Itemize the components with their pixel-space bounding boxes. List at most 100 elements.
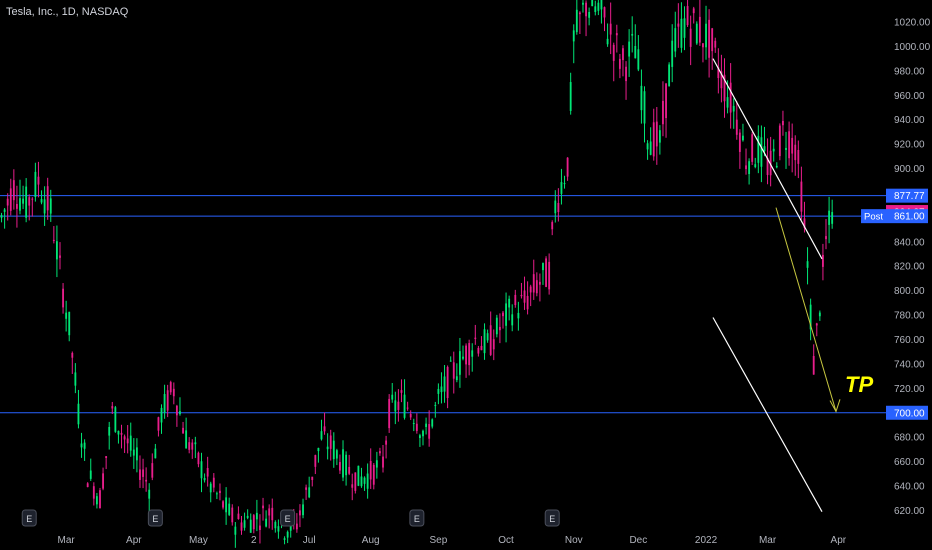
- candle-body: [618, 58, 621, 69]
- candle-body: [523, 290, 526, 303]
- candle-body: [59, 255, 61, 258]
- candle-body: [160, 407, 163, 423]
- candle-body: [658, 130, 661, 143]
- channel-lower-line: [712, 317, 823, 512]
- candle-body: [406, 407, 409, 409]
- candle-body: [203, 478, 206, 481]
- earnings-event-letter: E: [414, 514, 420, 524]
- candle-body: [215, 493, 218, 495]
- candle-body: [89, 470, 92, 479]
- candle-body: [317, 447, 320, 452]
- candle-body: [323, 426, 326, 432]
- candle-body: [585, 2, 587, 17]
- candle-body: [514, 294, 517, 306]
- candle-body: [83, 442, 86, 449]
- candle-body: [415, 423, 418, 431]
- candle-body: [262, 505, 264, 509]
- candle-body: [806, 261, 809, 268]
- candle-body: [643, 91, 646, 124]
- candle-body: [612, 44, 615, 61]
- candle-body: [403, 394, 406, 418]
- price-axis-tick: 800.00: [894, 286, 925, 297]
- candle-body: [600, 0, 603, 10]
- candle-body: [489, 325, 492, 355]
- candle-body: [440, 386, 443, 393]
- candle-body: [255, 512, 258, 520]
- candle-body: [357, 465, 360, 486]
- candle-body: [446, 366, 449, 399]
- candle-body: [271, 507, 274, 521]
- candle-body: [483, 329, 486, 354]
- candle-body: [231, 507, 234, 523]
- candle-body: [455, 376, 458, 381]
- candle-body: [542, 263, 544, 271]
- candle-body: [169, 382, 172, 393]
- candle-body: [735, 119, 738, 135]
- candle-body: [28, 197, 31, 206]
- earnings-event-letter: E: [285, 514, 291, 524]
- candle-body: [92, 486, 95, 499]
- candle-body: [437, 388, 440, 394]
- candle-body: [6, 198, 9, 206]
- candle-body: [729, 82, 732, 113]
- candle-body: [375, 460, 378, 468]
- candle-body: [394, 400, 397, 412]
- candle-body: [560, 182, 563, 194]
- candle-body: [219, 490, 221, 494]
- candle-body: [702, 43, 704, 48]
- candle-body: [320, 431, 323, 440]
- candle-body: [698, 16, 701, 43]
- candle-body: [692, 8, 695, 14]
- candle-body: [348, 466, 351, 474]
- candle-body: [572, 30, 575, 42]
- candle-body: [123, 436, 126, 440]
- candle-body: [815, 323, 818, 326]
- candle-body: [502, 312, 504, 317]
- candle-body: [206, 468, 209, 477]
- candle-body: [452, 362, 455, 379]
- candle-body: [714, 40, 717, 48]
- candle-body: [305, 487, 308, 490]
- candle-body: [366, 473, 369, 489]
- candle-body: [163, 394, 166, 413]
- candle-body: [505, 303, 507, 326]
- candle-body: [71, 352, 74, 358]
- price-axis: 620.00 640.00 660.00 680.00 700.00 720.00 740.…: [894, 17, 931, 516]
- target-arrow-head: [829, 399, 841, 413]
- candle-body: [46, 186, 49, 211]
- candle-body: [711, 28, 714, 52]
- candle-body: [818, 312, 821, 317]
- price-axis-tick: 1000.00: [894, 42, 931, 53]
- candle-body: [86, 483, 89, 488]
- candle-body: [495, 317, 498, 335]
- candle-body: [114, 407, 117, 432]
- candle-body: [3, 209, 6, 212]
- candle-body: [197, 452, 200, 465]
- candle-body: [212, 477, 215, 488]
- price-axis-tick: 660.00: [894, 457, 925, 468]
- candle-body: [222, 501, 224, 508]
- candle-body: [468, 343, 471, 366]
- candle-body: [419, 435, 421, 439]
- candle-body: [25, 186, 28, 218]
- price-axis-tick: 620.00: [894, 506, 925, 517]
- candle-body: [145, 479, 148, 482]
- candle-body: [22, 198, 24, 204]
- candle-body: [646, 143, 649, 150]
- candle-body: [95, 496, 98, 505]
- candle-body: [449, 360, 452, 362]
- price-axis-tick: 740.00: [894, 359, 925, 370]
- candle-body: [129, 435, 132, 451]
- candle-body: [812, 355, 815, 375]
- candle-body: [825, 236, 827, 240]
- candle-body: [9, 188, 12, 211]
- candle-body: [363, 477, 366, 484]
- price-label-text: 861.00: [894, 212, 925, 223]
- price-axis-tick: 820.00: [894, 262, 925, 273]
- price-axis-tick: 900.00: [894, 164, 925, 175]
- candlesticks: [0, 0, 834, 548]
- candle-body: [351, 484, 354, 488]
- candle-body: [508, 298, 511, 308]
- candle-body: [252, 515, 255, 530]
- price-chart[interactable]: TP E E E E E 620.00 640.00 660.00 680.00 700.00 7…: [0, 0, 932, 550]
